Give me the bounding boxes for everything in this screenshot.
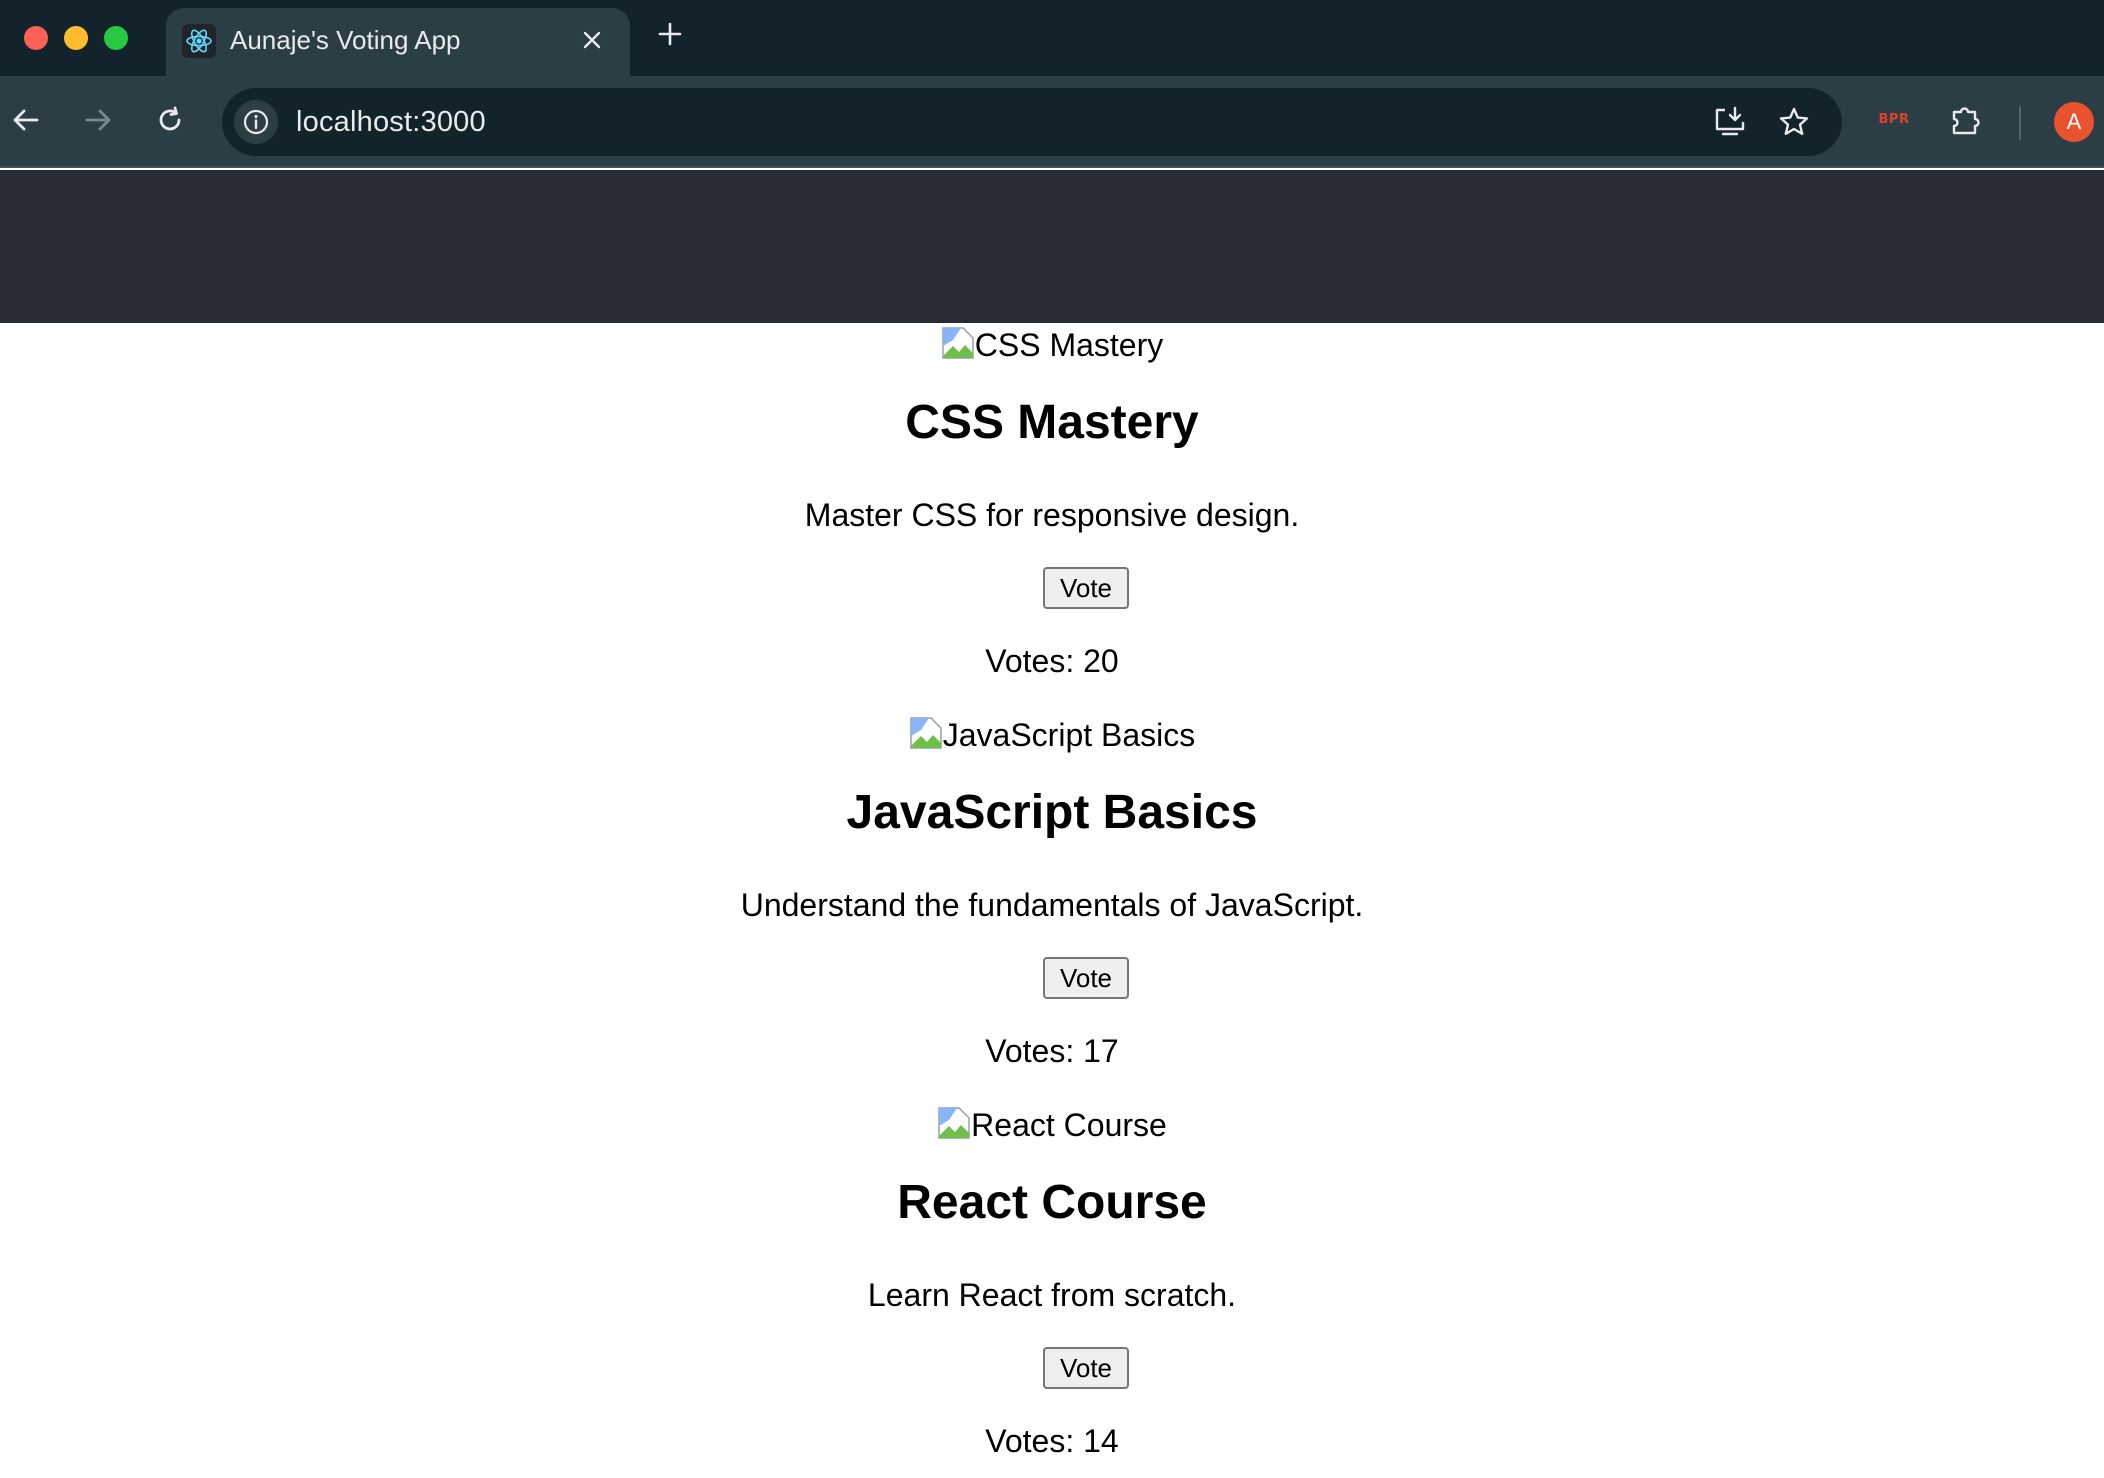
app-header	[0, 170, 2104, 323]
course-list: CSS Mastery CSS Mastery Master CSS for r…	[0, 323, 2104, 1478]
course-description: Master CSS for responsive design.	[804, 497, 1300, 533]
course-title: React Course	[897, 1176, 1207, 1229]
star-icon[interactable]	[1772, 100, 1816, 144]
url-text[interactable]: localhost:3000	[296, 106, 486, 139]
vote-count: Votes: 14	[985, 1423, 1119, 1459]
course-image: JavaScript Basics	[0, 713, 2104, 757]
back-button[interactable]	[4, 100, 48, 144]
install-app-icon[interactable]	[1708, 100, 1752, 144]
window-close-control[interactable]	[24, 26, 48, 50]
course-title: CSS Mastery	[905, 396, 1199, 449]
broken-image-icon	[937, 1106, 971, 1140]
address-bar[interactable]: localhost:3000	[222, 88, 1842, 156]
vote-button[interactable]: Vote	[1043, 567, 1129, 609]
course-image-alt: JavaScript Basics	[942, 716, 1196, 753]
window-zoom-control[interactable]	[104, 26, 128, 50]
browser-tabstrip: Aunaje's Voting App	[0, 0, 2104, 76]
course-image-alt: React Course	[971, 1106, 1167, 1143]
broken-image-icon	[909, 716, 943, 750]
browser-toolbar: localhost:3000 BPR A	[0, 76, 2104, 168]
browser-tab-active[interactable]: Aunaje's Voting App	[166, 8, 630, 76]
react-atom-icon	[182, 24, 216, 58]
course-description: Learn React from scratch.	[867, 1277, 1237, 1313]
course-title: JavaScript Basics	[846, 786, 1258, 839]
broken-image-icon	[941, 326, 975, 360]
plus-icon	[658, 22, 682, 51]
tab-title: Aunaje's Voting App	[230, 25, 461, 55]
course-card: React Course React Course Learn React fr…	[0, 1103, 2104, 1478]
reload-icon	[155, 105, 185, 140]
arrow-left-icon	[11, 105, 41, 140]
profile-avatar[interactable]: A	[2054, 102, 2094, 142]
info-icon[interactable]	[234, 100, 278, 144]
extension-badge[interactable]: BPR	[1874, 112, 1914, 132]
vote-count: Votes: 20	[985, 643, 1119, 679]
course-image: CSS Mastery	[0, 323, 2104, 367]
extensions-button[interactable]	[1944, 100, 1988, 144]
course-image-alt: CSS Mastery	[974, 326, 1164, 363]
forward-button[interactable]	[76, 100, 120, 144]
window-minimize-control[interactable]	[64, 26, 88, 50]
reload-button[interactable]	[148, 100, 192, 144]
vote-button[interactable]: Vote	[1043, 1347, 1129, 1389]
vote-count: Votes: 17	[985, 1033, 1119, 1069]
puzzle-icon	[1949, 103, 1983, 142]
toolbar-divider	[2019, 106, 2021, 140]
vote-button[interactable]: Vote	[1043, 957, 1129, 999]
course-image: React Course	[0, 1103, 2104, 1147]
course-card: JavaScript Basics JavaScript Basics Unde…	[0, 713, 2104, 1103]
close-icon[interactable]	[574, 22, 610, 58]
course-description: Understand the fundamentals of JavaScrip…	[740, 887, 1364, 923]
course-card: CSS Mastery CSS Mastery Master CSS for r…	[0, 323, 2104, 713]
arrow-right-icon	[83, 105, 113, 140]
new-tab-button[interactable]	[650, 16, 690, 56]
